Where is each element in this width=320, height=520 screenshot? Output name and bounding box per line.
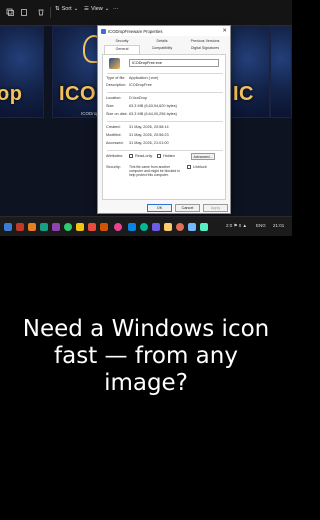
app-icon[interactable] [188, 223, 196, 231]
tab-details[interactable]: Details [142, 39, 182, 43]
app-icon[interactable] [64, 223, 72, 231]
dialog-titlebar[interactable]: ICODropFreeware Properties ✕ [98, 26, 230, 36]
thumbnail-right[interactable]: IC [226, 26, 270, 118]
size-on-disk-label: Size on disk: [106, 112, 128, 116]
more-label: ··· [113, 6, 119, 12]
app-icon[interactable] [16, 223, 24, 231]
sort-icon: ⇅ [55, 6, 60, 12]
toolbar-divider [50, 7, 51, 18]
general-tab-panel: ICODropFree.exe Type of file: Applicatio… [102, 54, 226, 200]
thumbnail-background [271, 27, 291, 117]
tab-previous-versions[interactable]: Previous Versions [184, 39, 226, 43]
security-label: Security: [106, 165, 121, 169]
description-label: Description: [106, 83, 127, 87]
app-icon[interactable] [140, 223, 148, 231]
app-icon[interactable] [40, 223, 48, 231]
attributes-label: Attributes: [106, 154, 124, 158]
app-icon[interactable] [200, 223, 208, 231]
description-value: ICODropFree [129, 83, 152, 87]
app-icon[interactable] [176, 223, 184, 231]
thumbnail-text: ICO [59, 83, 97, 105]
app-icon[interactable] [100, 223, 108, 231]
tray-indicators[interactable]: 2:0 ⚑ 0 ▲ [226, 223, 247, 229]
modified-value: 31 May, 2026, 20:56:23 [129, 133, 169, 137]
app-icon[interactable] [88, 223, 96, 231]
view-label: View [90, 6, 103, 12]
size-on-disk-value: 63.3 MB (6,64,00,256 bytes) [129, 112, 177, 116]
tab-compatibility[interactable]: Compatibility [142, 46, 182, 50]
caption-text: Need a Windows icon fast — from any imag… [22, 316, 270, 396]
app-icon[interactable] [152, 223, 160, 231]
dialog-tabs: Security Details Previous Versions Gener… [102, 39, 226, 54]
more-options-button[interactable]: ··· [113, 6, 119, 12]
app-icon[interactable] [128, 223, 136, 231]
close-icon[interactable]: ✕ [222, 28, 227, 34]
ok-button[interactable]: OK [147, 204, 172, 212]
file-icon [109, 58, 120, 69]
tab-security[interactable]: Security [104, 39, 140, 43]
location-label: Location: [106, 96, 122, 100]
app-icon[interactable] [52, 223, 60, 231]
unblock-label: Unblock [193, 165, 207, 169]
divider [107, 150, 223, 151]
paste-icon[interactable] [20, 8, 28, 16]
file-name-field[interactable]: ICODropFree.exe [129, 59, 219, 67]
security-warning-text: This file came from another computer and… [129, 165, 181, 178]
sort-label: Sort [61, 6, 72, 12]
view-icon: ☰ [84, 6, 89, 12]
accessed-value: 31 May, 2026, 21:01:00 [129, 141, 169, 145]
properties-dialog: ICODropFreeware Properties ✕ Security De… [97, 25, 231, 214]
accessed-label: Accessed: [106, 141, 124, 145]
chevron-down-icon: ⌄ [73, 6, 79, 12]
explorer-toolbar: ⇅ Sort ⌄ ☰ View ⌄ ··· [0, 0, 292, 26]
tray-clock[interactable]: 21:01 [273, 223, 284, 228]
hidden-checkbox[interactable] [157, 154, 161, 158]
apply-button[interactable]: Apply [203, 204, 228, 212]
app-icon[interactable] [28, 223, 36, 231]
copy-icon[interactable] [6, 8, 14, 16]
thumbnail-far-right[interactable] [270, 26, 292, 118]
cancel-button[interactable]: Cancel [175, 204, 200, 212]
divider [107, 121, 223, 122]
app-icon[interactable] [114, 223, 122, 231]
tab-digital-signatures[interactable]: Digital Signatures [184, 46, 226, 50]
windows-taskbar: 2:0 ⚑ 0 ▲ ENG 21:01 [0, 216, 292, 236]
view-button[interactable]: ☰ View ⌄ [84, 6, 109, 12]
created-value: 31 May, 2026, 20:58:14 [129, 125, 169, 129]
app-icon[interactable] [164, 223, 172, 231]
divider [107, 92, 223, 93]
tab-general[interactable]: General [104, 45, 140, 54]
size-label: Size: [106, 104, 115, 108]
tray-language[interactable]: ENG [256, 223, 266, 228]
type-label: Type of file: [106, 76, 126, 80]
app-icon [101, 28, 106, 34]
unblock-checkbox[interactable] [187, 165, 191, 169]
advanced-button[interactable]: Advanced... [191, 153, 215, 160]
thumbnail-text: op [0, 83, 23, 105]
thumbnail-left[interactable]: op [0, 26, 44, 118]
delete-icon[interactable] [37, 8, 45, 16]
location-value: D:\IcoDrop [129, 96, 148, 100]
folder-icon[interactable] [76, 223, 84, 231]
readonly-checkbox[interactable] [129, 154, 133, 158]
divider [107, 73, 223, 74]
dialog-title: ICODropFreeware Properties [108, 28, 163, 34]
chevron-down-icon: ⌄ [104, 6, 110, 12]
hidden-label: Hidden [163, 154, 176, 158]
thumbnail-text: IC [233, 83, 254, 105]
sort-button[interactable]: ⇅ Sort ⌄ [55, 6, 78, 12]
size-value: 63.3 MB (6,63,94,620 bytes) [129, 104, 177, 108]
screen-capture: ⇅ Sort ⌄ ☰ View ⌄ ··· op ICO ICODropFree… [0, 0, 292, 236]
start-icon[interactable] [4, 223, 12, 231]
type-value: Application (.exe) [129, 76, 159, 80]
readonly-label: Read-only [135, 154, 153, 158]
